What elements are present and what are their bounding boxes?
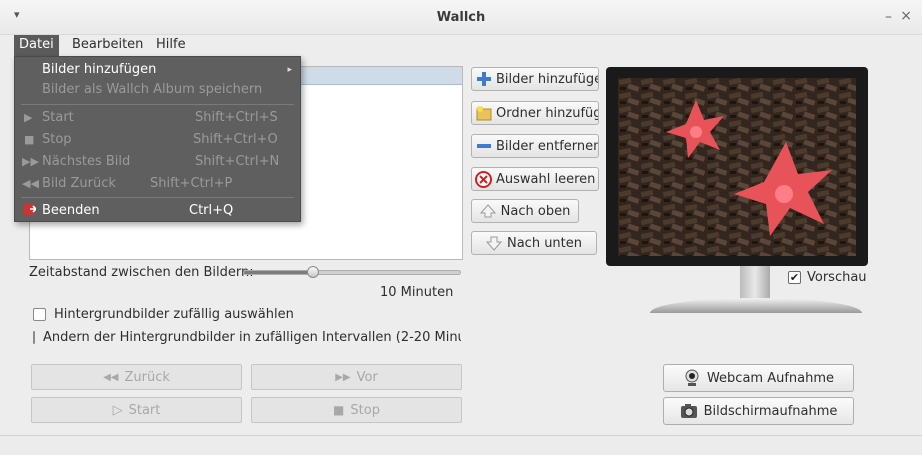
monitor-stand-neck <box>740 266 770 300</box>
interval-label: Zeitabstand zwischen den Bildern: <box>29 265 254 280</box>
webcam-icon <box>683 369 701 387</box>
menu-separator <box>21 104 294 105</box>
clear-selection-button[interactable]: Auswahl leeren <box>471 167 599 191</box>
stop-icon: ■ <box>333 403 345 417</box>
screenshot-button[interactable]: Bildschirmaufnahme <box>663 397 854 425</box>
random-images-checkbox[interactable]: Hintergrundbilder zufällig auswählen <box>33 307 294 322</box>
add-folder-button[interactable]: Ordner hinzufügen <box>471 101 599 125</box>
random-intervals-checkbox[interactable]: Ändern der Hintergrundbilder in zufällig… <box>33 330 461 345</box>
menu-item-back[interactable]: ◀◀ Bild Zurück Shift+Ctrl+P <box>15 173 300 195</box>
fast-forward-icon: ▶▶ <box>335 371 351 383</box>
folder-icon <box>475 105 492 122</box>
fast-forward-icon: ▶▶ <box>22 155 39 168</box>
plus-icon <box>475 71 492 88</box>
rewind-icon: ◀◀ <box>22 177 39 190</box>
close-icon[interactable]: × <box>900 8 912 24</box>
menu-item-next[interactable]: ▶▶ Nächstes Bild Shift+Ctrl+N <box>15 151 300 173</box>
monitor-stand-base <box>650 298 862 313</box>
menu-item-save-album[interactable]: Bilder als Wallch Album speichern <box>15 79 300 101</box>
webcam-capture-button[interactable]: Webcam Aufnahme <box>663 364 854 392</box>
play-icon: ▷ <box>112 402 123 418</box>
preview-checkbox[interactable]: ✔ Vorschau <box>788 270 867 285</box>
move-up-button[interactable]: Nach oben <box>471 199 579 223</box>
arrow-down-icon <box>486 235 503 252</box>
move-down-button[interactable]: Nach unten <box>471 231 597 255</box>
checkbox-box[interactable] <box>33 308 46 321</box>
preview-monitor <box>606 67 868 266</box>
play-icon: ▶ <box>24 111 33 124</box>
slider-fill <box>244 271 314 274</box>
menu-item-stop[interactable]: ■ Stop Shift+Ctrl+O <box>15 129 300 151</box>
stop-icon: ■ <box>24 133 35 146</box>
rewind-icon: ◀◀ <box>103 371 119 383</box>
clear-icon <box>475 170 492 188</box>
status-bar <box>0 435 922 455</box>
slider-handle[interactable] <box>307 266 320 278</box>
submenu-arrow-icon: ▸ <box>287 65 292 75</box>
checkbox-box[interactable] <box>33 331 35 344</box>
interval-value: 10 Minuten <box>380 285 454 300</box>
menu-item-start[interactable]: ▶ Start Shift+Ctrl+S <box>15 107 300 129</box>
back-button[interactable]: ◀◀ Zurück <box>31 364 242 390</box>
menu-bearbeiten[interactable]: Bearbeiten <box>67 35 148 57</box>
checkbox-checked-icon: ✔ <box>788 271 801 284</box>
menu-separator <box>21 197 294 198</box>
wallpaper-preview-image <box>618 78 856 256</box>
minus-icon <box>475 138 492 155</box>
menu-item-quit[interactable]: Beenden Ctrl+Q <box>15 200 300 222</box>
stop-button[interactable]: ■ Stop <box>251 397 462 423</box>
arrow-up-icon <box>480 203 497 220</box>
minimize-icon[interactable]: – <box>885 9 892 25</box>
add-images-button[interactable]: Bilder hinzufügen <box>471 67 599 91</box>
window-title: Wallch <box>436 10 486 25</box>
exit-icon <box>24 200 38 222</box>
menu-item-add-images[interactable]: Bilder hinzufügen ▸ <box>15 59 300 81</box>
start-button[interactable]: ▷ Start <box>31 397 242 423</box>
menu-hilfe[interactable]: Hilfe <box>151 35 191 57</box>
menu-bar: Datei Bearbeiten Hilfe <box>0 35 922 57</box>
title-bar: ▾ Wallch – × <box>0 0 922 35</box>
interval-slider[interactable] <box>243 266 461 278</box>
file-menu-dropdown: Bilder hinzufügen ▸ Bilder als Wallch Al… <box>14 56 301 222</box>
remove-images-button[interactable]: Bilder entfernen <box>471 134 599 158</box>
menu-datei[interactable]: Datei <box>14 35 59 57</box>
next-button[interactable]: ▶▶ Vor <box>251 364 462 390</box>
camera-icon <box>680 402 698 420</box>
